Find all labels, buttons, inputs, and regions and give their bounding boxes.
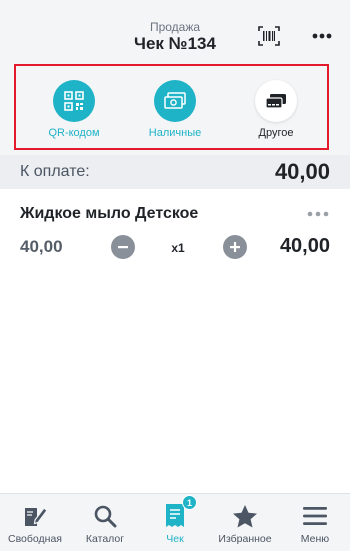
- barcode-scan-button[interactable]: [256, 25, 282, 47]
- more-horizontal-icon: [312, 33, 332, 39]
- tab-receipt-icon-wrap: 1: [160, 495, 197, 530]
- menu-icon: [303, 507, 327, 525]
- tab-receipt-label: Чек: [166, 533, 184, 545]
- cart-item-price: 40,00: [20, 237, 63, 256]
- header: Продажа Чек №134: [0, 0, 350, 60]
- plus-icon: [230, 242, 240, 252]
- more-horizontal-icon: [307, 211, 329, 217]
- decrease-quantity-button[interactable]: [111, 235, 135, 259]
- amount-due-value: 40,00: [274, 159, 330, 184]
- more-options-button[interactable]: [308, 26, 336, 46]
- tab-favorites-label: Избранное: [218, 533, 272, 545]
- amount-due-label: К оплате:: [20, 163, 90, 180]
- payment-qr-circle: [53, 80, 95, 122]
- payment-other-circle: [255, 80, 297, 122]
- tab-receipt[interactable]: 1 Чек: [140, 494, 210, 551]
- tab-catalog[interactable]: Каталог: [70, 494, 140, 551]
- free-sale-pencil-icon: [25, 507, 48, 526]
- payment-qr-label: QR-кодом: [48, 127, 100, 139]
- tab-menu-label: Меню: [300, 533, 330, 545]
- cart-item: Жидкое мыло Детское 40,00 x1 40,00: [0, 189, 350, 269]
- payment-cash-circle: [154, 80, 196, 122]
- payment-other-label: Другое: [258, 127, 294, 139]
- tab-free-sale[interactable]: Свободная: [0, 494, 70, 551]
- header-subtitle: Продажа: [149, 20, 201, 34]
- payment-qr-button[interactable]: QR-кодом: [29, 80, 119, 139]
- amount-due-row: К оплате: 40,00: [0, 155, 350, 189]
- tab-menu[interactable]: Меню: [280, 494, 350, 551]
- tab-catalog-label: Каталог: [85, 533, 125, 545]
- barcode-scan-icon: [258, 26, 280, 46]
- minus-icon: [118, 246, 128, 249]
- cart-item-more-button[interactable]: [305, 207, 331, 221]
- other-payment-icon: [265, 94, 286, 109]
- star-icon: [233, 504, 257, 527]
- qr-code-icon: [64, 91, 84, 111]
- tab-favorites[interactable]: Избранное: [210, 494, 280, 551]
- payment-other-button[interactable]: Другое: [231, 80, 321, 139]
- tab-catalog-icon-wrap: [90, 502, 120, 530]
- cart-item-name: Жидкое мыло Детское: [20, 205, 199, 222]
- cash-icon: [164, 92, 186, 109]
- payment-cash-label: Наличные: [148, 127, 202, 139]
- payment-cash-button[interactable]: Наличные: [130, 80, 220, 139]
- increase-quantity-button[interactable]: [223, 235, 247, 259]
- cart-item-total: 40,00: [279, 235, 330, 257]
- search-icon: [94, 505, 117, 528]
- bottom-tab-bar: Свободная Каталог 1 Чек Избранное Меню: [0, 493, 350, 551]
- tab-free-sale-label: Свободная: [8, 533, 62, 545]
- receipt-count-badge: 1: [182, 495, 197, 510]
- tab-favorites-icon-wrap: [230, 502, 260, 530]
- tab-menu-icon-wrap: [300, 502, 330, 530]
- tab-free-sale-icon-wrap: [20, 502, 50, 530]
- page-title: Чек №134: [134, 34, 216, 53]
- cart-item-quantity: x1: [171, 241, 185, 255]
